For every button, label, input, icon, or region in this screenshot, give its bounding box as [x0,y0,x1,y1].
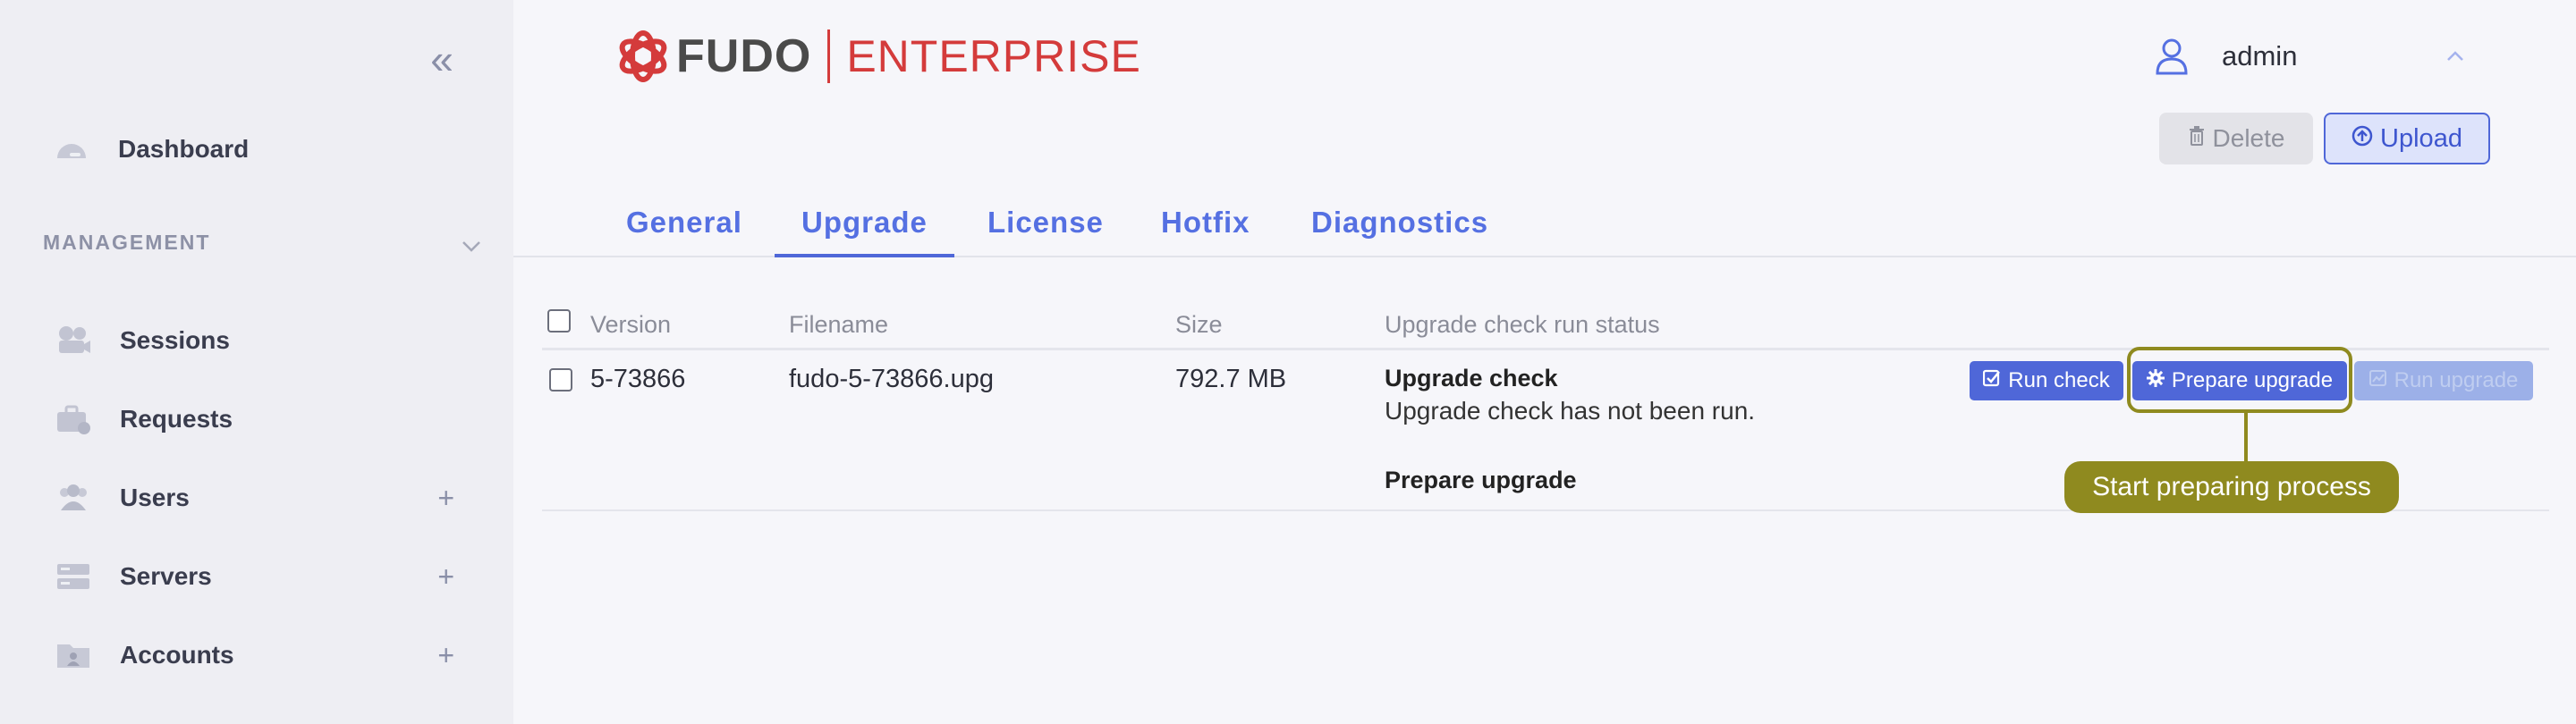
tab-hotfix[interactable]: Hotfix [1161,206,1250,257]
tab-general[interactable]: General [626,206,742,257]
upgrade-check-title: Upgrade check [1385,365,1558,391]
callout-highlight [2127,347,2352,413]
tab-diagnostics[interactable]: Diagnostics [1311,206,1488,257]
fudo-logo-icon [615,29,671,84]
collapse-sidebar-button[interactable]: « [424,38,460,80]
row-version: 5-73866 [590,365,686,393]
sidebar-item-label: Servers [120,562,212,590]
select-all-checkbox[interactable] [547,309,571,333]
sidebar-item-sessions[interactable]: Sessions [55,318,467,363]
callout-label: Start preparing process [2064,461,2399,513]
sidebar-item-users[interactable]: Users + [55,476,467,520]
run-upgrade-button[interactable]: Run upgrade [2354,361,2533,400]
column-header-status: Upgrade check run status [1385,311,1660,338]
user-menu[interactable]: admin [2154,34,2467,79]
user-name: admin [2222,40,2298,72]
chart-icon [2368,368,2387,393]
add-account-button[interactable]: + [437,639,454,672]
table-header: Version Filename Size Upgrade check run … [542,304,2549,350]
run-check-button[interactable]: Run check [1970,361,2123,400]
sidebar-item-accounts[interactable]: Accounts + [55,633,467,678]
sidebar-item-servers[interactable]: Servers + [55,554,467,599]
add-server-button[interactable]: + [437,560,454,594]
logo-text-fudo: FUDO [676,30,812,82]
tab-license[interactable]: License [987,206,1104,257]
callout-connector [2244,413,2248,463]
briefcase-icon [55,401,91,437]
prepare-upgrade-title: Prepare upgrade [1385,467,1577,493]
tab-bar: General Upgrade License Hotfix Diagnosti… [513,198,2576,257]
delete-button[interactable]: Delete [2159,113,2313,164]
camera-icon [55,323,91,358]
sidebar-item-dashboard[interactable]: Dashboard [54,127,465,172]
chevron-up-icon[interactable] [2444,45,2467,68]
server-icon [55,559,91,594]
dashboard-icon [54,131,89,167]
account-folder-icon [55,637,91,673]
section-label-management: MANAGEMENT [43,231,211,254]
sidebar-item-label: Users [120,484,190,511]
sidebar: « Dashboard MANAGEMENT Sessions Requests… [0,0,513,724]
logo-text-enterprise: ENTERPRISE [846,31,1141,81]
chevron-down-icon[interactable] [460,234,483,257]
add-user-button[interactable]: + [437,482,454,515]
row-size: 792.7 MB [1175,365,1287,393]
users-icon [55,480,91,516]
delete-button-label: Delete [2212,124,2285,152]
upload-button[interactable]: Upload [2324,113,2490,164]
run-upgrade-label: Run upgrade [2394,368,2519,392]
check-square-icon [1983,368,2001,393]
row-checkbox[interactable] [549,368,572,391]
tab-upgrade[interactable]: Upgrade [775,206,954,257]
trash-icon [2188,124,2206,153]
column-header-filename: Filename [789,311,889,338]
user-icon [2154,38,2190,75]
sidebar-item-label: Requests [120,405,233,433]
fudo-logo: FUDO ENTERPRISE [615,25,1141,88]
column-header-size: Size [1175,311,1223,338]
sidebar-item-label: Accounts [120,641,234,669]
column-header-version: Version [590,311,672,338]
sidebar-item-label: Dashboard [118,135,250,163]
sidebar-item-requests[interactable]: Requests [55,397,467,442]
logo-separator [827,29,831,83]
upload-circle-icon [2351,124,2373,154]
row-filename: fudo-5-73866.upg [789,365,994,393]
upload-button-label: Upload [2380,123,2462,153]
run-check-label: Run check [2008,368,2110,392]
upgrade-check-status: Upgrade check has not been run. [1385,397,1756,425]
sidebar-item-label: Sessions [120,326,230,354]
